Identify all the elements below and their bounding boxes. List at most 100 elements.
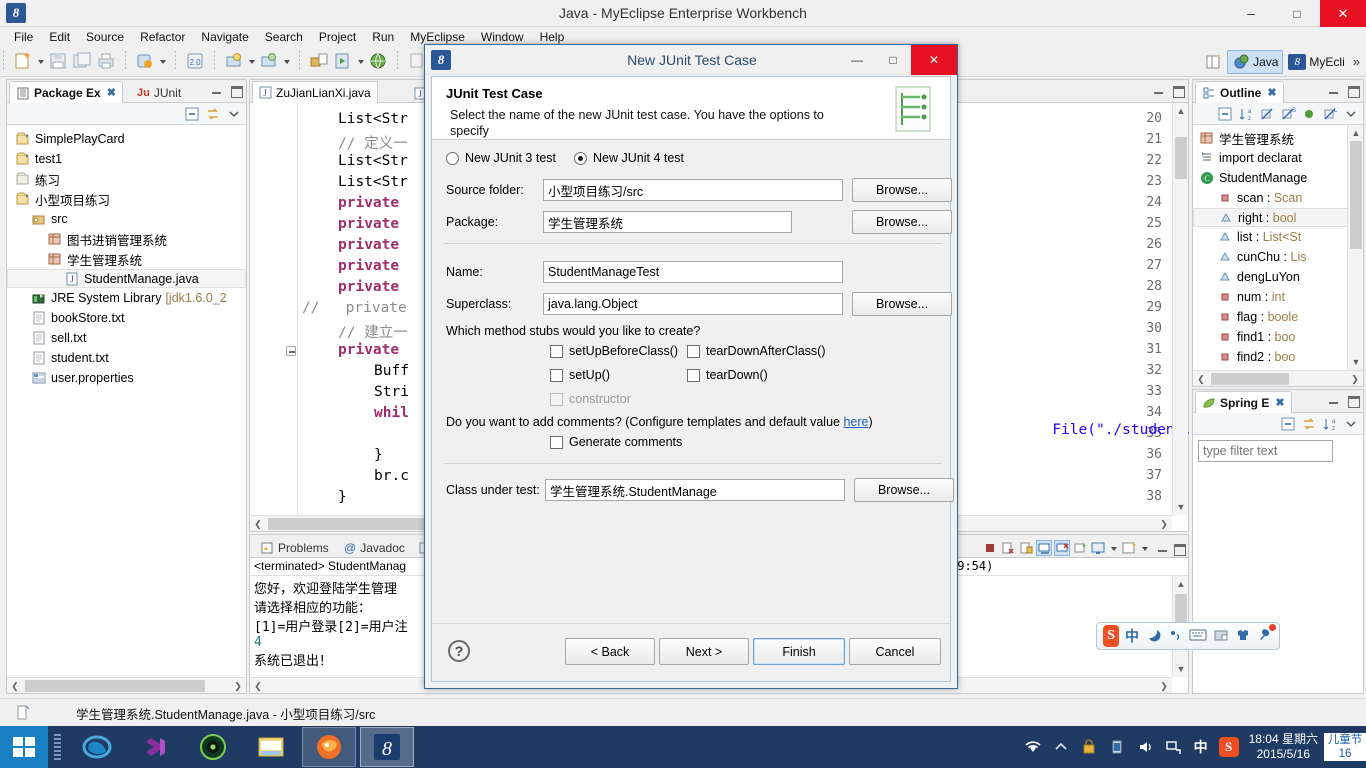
- new-wizard-icon[interactable]: [12, 50, 34, 72]
- keyboard-icon[interactable]: [1189, 628, 1207, 645]
- menu-item-file[interactable]: File: [6, 29, 41, 45]
- close-icon[interactable]: ✖: [1267, 86, 1276, 99]
- sogou-logo-icon[interactable]: S: [1215, 726, 1243, 768]
- minimize-icon[interactable]: —: [839, 45, 875, 75]
- superclass-browse-button[interactable]: Browse...: [852, 292, 952, 316]
- checkbox-setupbeforeclass-label[interactable]: setUpBeforeClass(): [569, 344, 678, 358]
- tree-item[interactable]: JRE System Library [jdk1.6.0_2: [7, 288, 246, 308]
- name-input[interactable]: StudentManageTest: [543, 261, 843, 283]
- browser-icon[interactable]: [367, 50, 389, 72]
- pin-console-icon[interactable]: [1072, 540, 1088, 556]
- taskbar-firefox[interactable]: [302, 727, 356, 767]
- maximize-icon[interactable]: [1346, 393, 1360, 408]
- next-button[interactable]: Next >: [659, 638, 749, 665]
- configure-templates-link[interactable]: here: [843, 415, 868, 429]
- scroll-up-icon[interactable]: ▲: [1348, 125, 1363, 141]
- taskbar-file-explorer[interactable]: [244, 727, 298, 767]
- sogou-ime-bar[interactable]: S 中: [1096, 622, 1280, 650]
- volume-icon[interactable]: [1131, 726, 1159, 768]
- outline-tree[interactable]: 学生管理系统 import declarat C StudentManage scan …: [1193, 125, 1363, 370]
- outline-item[interactable]: cunChu : Lis: [1193, 247, 1363, 267]
- chevron-down-icon[interactable]: [281, 50, 292, 72]
- sogou-logo-icon[interactable]: S: [1103, 625, 1119, 647]
- link-with-editor-icon[interactable]: [1301, 416, 1317, 432]
- outline-hscroll[interactable]: ❮ ❯: [1193, 370, 1363, 386]
- vscroll-thumb[interactable]: [1350, 141, 1362, 249]
- package-browse-button[interactable]: Browse...: [852, 210, 952, 234]
- remove-all-terminated-icon[interactable]: [1018, 540, 1034, 556]
- chevron-down-icon[interactable]: [157, 50, 168, 72]
- sort-icon[interactable]: az: [1238, 106, 1254, 122]
- maximize-icon[interactable]: [1346, 83, 1360, 98]
- view-menu-icon[interactable]: [226, 106, 242, 122]
- taskbar-media-player[interactable]: [186, 727, 240, 767]
- wifi-icon[interactable]: [1019, 726, 1047, 768]
- menu-item-project[interactable]: Project: [311, 29, 364, 45]
- scroll-right-icon[interactable]: ❯: [1347, 371, 1363, 387]
- scroll-up-icon[interactable]: ▲: [1173, 103, 1189, 119]
- tree-item[interactable]: 学生管理系统: [7, 249, 246, 269]
- menu-item-refactor[interactable]: Refactor: [132, 29, 193, 45]
- fold-toggle-icon[interactable]: [286, 346, 296, 356]
- security-icon[interactable]: [1075, 726, 1103, 768]
- chevron-down-icon[interactable]: [1108, 537, 1119, 559]
- tree-item[interactable]: bookStore.txt: [7, 308, 246, 328]
- checkbox-teardown[interactable]: [687, 368, 700, 382]
- hide-local-icon[interactable]: L: [1322, 106, 1338, 122]
- radio-junit3[interactable]: [446, 151, 459, 165]
- tree-item[interactable]: 图书进销管理系统: [7, 229, 246, 249]
- toolbox-icon[interactable]: [1213, 627, 1229, 646]
- close-icon[interactable]: [1320, 0, 1366, 27]
- remove-launch-icon[interactable]: [1000, 540, 1016, 556]
- tree-item[interactable]: 小型项目练习: [7, 189, 246, 209]
- help-icon[interactable]: ?: [448, 640, 470, 662]
- filter-input[interactable]: [1198, 440, 1333, 462]
- tab-javadoc[interactable]: @ Javadoc: [338, 537, 411, 559]
- hide-fields-icon[interactable]: [1259, 106, 1275, 122]
- source-folder-browse-button[interactable]: Browse...: [852, 178, 952, 202]
- hide-public-icon[interactable]: [1301, 106, 1317, 122]
- taskbar-visual-studio[interactable]: [128, 727, 182, 767]
- maximize-icon[interactable]: [229, 83, 243, 98]
- scroll-left-icon[interactable]: ❮: [7, 678, 23, 694]
- radio-junit4-label[interactable]: New JUnit 4 test: [593, 151, 684, 165]
- source-folder-input[interactable]: 小型项目练习/src: [543, 179, 843, 201]
- maximize-icon[interactable]: [1274, 0, 1320, 27]
- package-explorer-hscroll[interactable]: ❮ ❯: [7, 677, 246, 693]
- ime-mode-icon[interactable]: 中: [1187, 726, 1215, 768]
- cancel-button[interactable]: Cancel: [849, 638, 941, 665]
- outline-item[interactable]: import declarat: [1193, 148, 1363, 168]
- tab-spring-explorer[interactable]: Spring E ✖: [1195, 391, 1292, 413]
- tab-outline[interactable]: Outline ✖: [1195, 81, 1284, 103]
- class-under-test-input[interactable]: 学生管理系统.StudentManage: [545, 479, 845, 501]
- class-under-test-browse-button[interactable]: Browse...: [854, 478, 954, 502]
- chevron-down-icon[interactable]: [355, 50, 366, 72]
- radio-junit3-label[interactable]: New JUnit 3 test: [465, 151, 556, 165]
- close-icon[interactable]: ✖: [1275, 396, 1284, 409]
- server-run-icon[interactable]: [332, 50, 354, 72]
- perspective-more-icon[interactable]: »: [1349, 54, 1364, 69]
- superclass-input[interactable]: java.lang.Object: [543, 293, 843, 315]
- checkbox-setupbeforeclass[interactable]: [550, 344, 563, 358]
- outline-item[interactable]: find2 : boo: [1193, 347, 1363, 367]
- start-button[interactable]: [0, 726, 48, 768]
- outline-item[interactable]: flag : boole: [1193, 307, 1363, 327]
- festival-widget[interactable]: 儿童节 16: [1324, 733, 1366, 761]
- link-with-editor-icon[interactable]: [205, 106, 221, 122]
- minimize-icon[interactable]: [1152, 83, 1166, 97]
- perspective-myeclipse[interactable]: 8 MyEcli: [1284, 50, 1348, 74]
- taskbar-clock[interactable]: 18:04 星期六 2015/5/16: [1243, 732, 1324, 762]
- package-explorer-tree[interactable]: SimplePlayCard test1 练习 小型项目练习 src 图书进销管理系统 学生…: [7, 125, 246, 693]
- hscroll-thumb[interactable]: [25, 680, 205, 692]
- view-menu-icon[interactable]: [1343, 416, 1359, 432]
- open-perspective-icon[interactable]: [1203, 51, 1225, 73]
- tree-item[interactable]: user.properties: [7, 368, 246, 388]
- run-icon[interactable]: [258, 50, 280, 72]
- menu-item-window[interactable]: Window: [473, 29, 532, 45]
- menu-item-help[interactable]: Help: [532, 29, 573, 45]
- terminate-icon[interactable]: [982, 540, 998, 556]
- sort-icon[interactable]: az: [1322, 416, 1338, 432]
- network-icon[interactable]: [1159, 726, 1187, 768]
- collapse-all-icon[interactable]: [184, 106, 200, 122]
- checkbox-generate-comments-label[interactable]: Generate comments: [569, 435, 682, 449]
